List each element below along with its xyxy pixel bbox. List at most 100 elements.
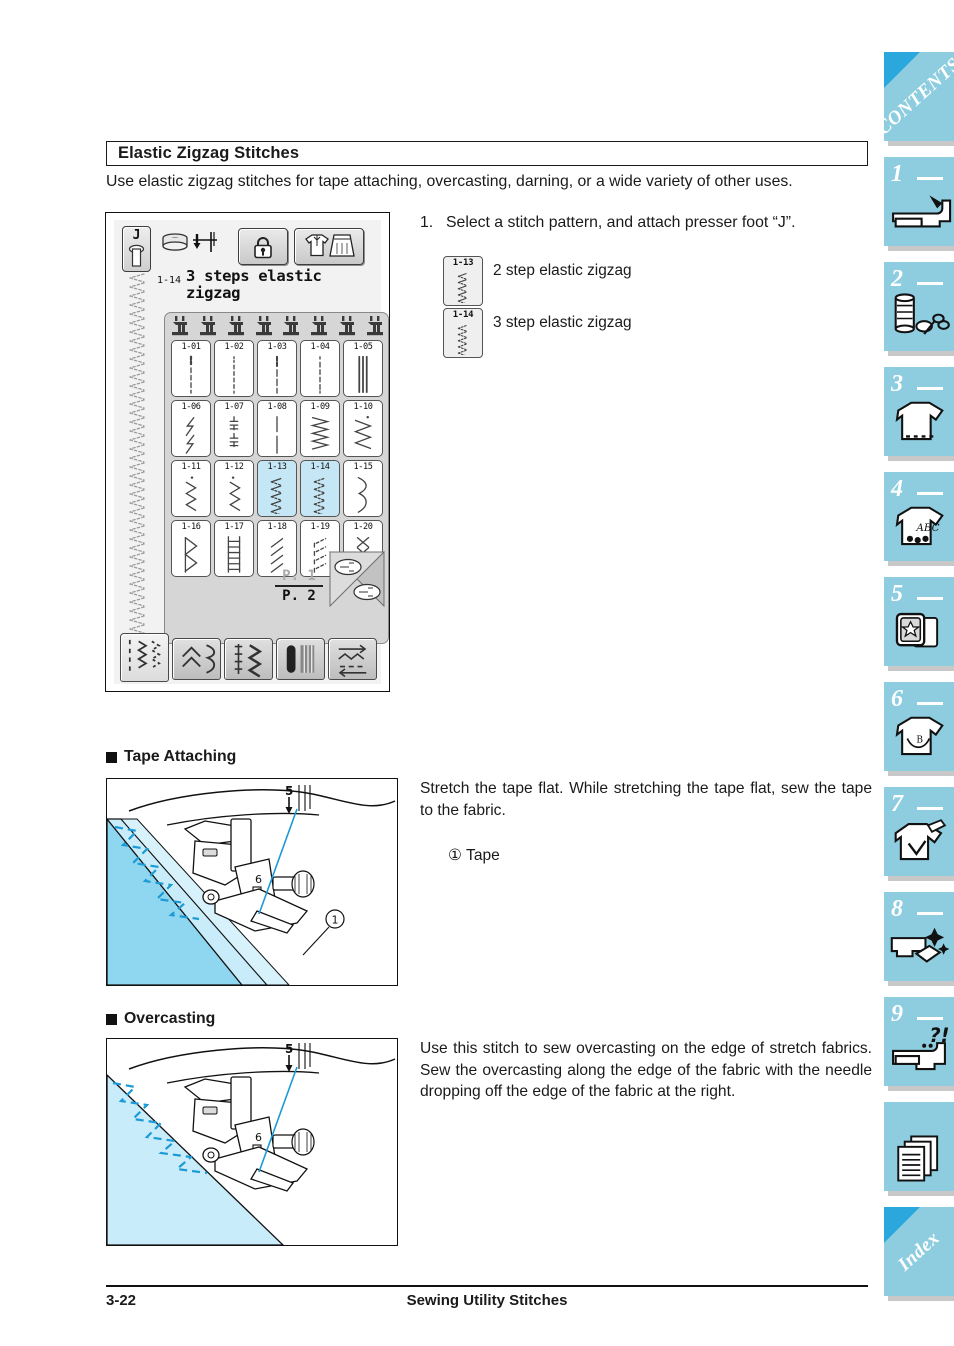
appendix-tab[interactable]	[884, 1102, 954, 1191]
stitch-cell-1-12[interactable]: 1-12	[214, 460, 254, 517]
tab-dash	[917, 702, 943, 705]
utility-stitches-tab[interactable]	[120, 633, 169, 682]
zigzag-narrow-right-icon	[215, 473, 253, 514]
ladder-overcast-icon	[215, 533, 253, 574]
stitch-cell-1-14[interactable]: 1-14	[300, 460, 340, 517]
stitch-cell-1-08[interactable]: 1-08	[257, 400, 297, 457]
tape-attaching-illustration: 6 5 1	[106, 778, 398, 986]
zigzag-dense-icon	[301, 413, 339, 454]
stitch-cell-code: 1-17	[224, 522, 244, 532]
lock-icon	[254, 236, 272, 258]
chapter-3-tab[interactable]: 3	[884, 367, 954, 456]
chapter-9-tab[interactable]: 9?!	[884, 997, 954, 1086]
page-previous-label: P. 1	[282, 568, 316, 584]
stitch-cell-code: 1-20	[353, 522, 373, 532]
current-stitch-name: 3 steps elastic zigzag	[186, 267, 322, 302]
spool-icon	[311, 316, 328, 336]
lightning-stretch-icon	[172, 413, 210, 454]
direction-stitches-tab[interactable]	[328, 638, 377, 680]
stitch-legend: 1-13 2 step elastic zigzag 1-14 3 step elas…	[443, 256, 873, 360]
overcasting-heading-label: Overcasting	[124, 1010, 216, 1027]
dial-number-label: 5	[285, 784, 293, 798]
stitch-cell-1-07[interactable]: 1-07	[214, 400, 254, 457]
stitch-cell-code: 1-15	[353, 462, 373, 472]
chapter-4-tab[interactable]: 4 ABC	[884, 472, 954, 561]
stitch-pattern-grid-panel: 1-01 1-02 1-03 1-04 1-05 1-06 1-07 1-08 1-09 1-10…	[164, 312, 389, 644]
stitch-cell-1-05[interactable]: 1-05	[343, 340, 383, 397]
section-title-box: Elastic Zigzag Stitches	[106, 141, 868, 166]
page-indicator: P. 1 P. 2	[273, 569, 325, 604]
index-tab[interactable]: Index	[884, 1207, 954, 1296]
manual-page: Elastic Zigzag Stitches Use elastic zigz…	[0, 0, 954, 1346]
stretch-wave-icon	[344, 473, 382, 514]
buttonhole-stitches-tab[interactable]	[276, 638, 325, 680]
chapter-7-tab-number: 7	[891, 791, 903, 817]
stitch-preview-strip	[124, 272, 150, 680]
presser-foot-number-label: 6	[255, 1131, 262, 1144]
straight-fine-dash-icon	[215, 353, 253, 394]
contents-tab[interactable]: CONTENTS	[873, 52, 954, 141]
stitch-cell-1-11[interactable]: 1-11	[171, 460, 211, 517]
chapter-2-tab[interactable]: 2	[884, 262, 954, 351]
hand-pointer-up-icon	[334, 558, 362, 576]
stitch-cell-1-03[interactable]: 1-03	[257, 340, 297, 397]
page-current-label: P. 2	[282, 587, 316, 604]
stitch-cell-1-06[interactable]: 1-06	[171, 400, 211, 457]
stitch-cell-code: 1-07	[224, 402, 244, 412]
stitch-cell-code: 1-09	[310, 402, 330, 412]
chapter-6-tab[interactable]: 6B	[884, 682, 954, 771]
callout-1-label: 1	[332, 914, 339, 927]
basting-bar-icon	[215, 413, 253, 454]
tab-dash	[917, 597, 943, 600]
legend-row: 1-14 3 step elastic zigzag	[443, 308, 873, 360]
straight-long-dash-icon	[258, 353, 296, 394]
chapter-5-tab[interactable]: 5	[884, 577, 954, 666]
stitch-cell-1-17[interactable]: 1-17	[214, 520, 254, 577]
chapter-8-tab[interactable]: 8	[884, 892, 954, 981]
chapter-1-tab[interactable]: 1	[884, 157, 954, 246]
stitch-cell-1-02[interactable]: 1-02	[214, 340, 254, 397]
stitch-cell-code: 1-06	[181, 402, 201, 412]
stitch-cell-1-09[interactable]: 1-09	[300, 400, 340, 457]
garment-select-button[interactable]	[294, 228, 364, 265]
overcasting-text: Use this stitch to sew overcasting on th…	[420, 1040, 872, 1100]
stitch-cell-1-01[interactable]: 1-01	[171, 340, 211, 397]
page-title: Elastic Zigzag Stitches	[118, 144, 300, 162]
stitch-cell-code: 1-04	[310, 342, 330, 352]
page-divider	[275, 585, 323, 587]
direction-stitches-icon	[338, 644, 367, 678]
legend-chip-code: 1-13	[452, 258, 474, 268]
chapter-9-tab-number: 9	[891, 1001, 903, 1027]
overcasting-figure: 6 5	[107, 1042, 396, 1245]
spool-icon	[199, 316, 216, 336]
straight-solid-icon	[258, 413, 296, 454]
legend-chip-code: 1-14	[452, 310, 474, 320]
stitch-cell-1-04[interactable]: 1-04	[300, 340, 340, 397]
zigzag-wide-icon	[344, 413, 382, 454]
bobbin-needle-indicator	[159, 231, 229, 265]
step-1: 1. Select a stitch pattern, and attach p…	[420, 212, 872, 233]
page-turn-button[interactable]	[328, 550, 386, 608]
stitch-cell-1-16[interactable]: 1-16	[171, 520, 211, 577]
triple-straight-icon	[344, 353, 382, 394]
tape-attaching-heading: Tape Attaching	[106, 748, 236, 766]
spool-icon	[283, 316, 300, 336]
stitch-cell-code: 1-03	[267, 342, 287, 352]
footer-rule	[106, 1285, 868, 1287]
decorative-stitches-tab[interactable]	[172, 638, 221, 680]
footer-title: Sewing Utility Stitches	[406, 1292, 568, 1309]
satin-stitches-tab[interactable]	[224, 638, 273, 680]
key-lock-button[interactable]	[238, 228, 288, 265]
tape-attaching-text: Stretch the tape flat. While stretching …	[420, 780, 872, 819]
buttonhole-stitches-icon	[286, 645, 315, 673]
stitch-cell-code: 1-01	[181, 342, 201, 352]
thread-spool-icon	[884, 290, 954, 347]
stitch-cell-1-13[interactable]: 1-13	[257, 460, 297, 517]
stitch-cell-1-15[interactable]: 1-15	[343, 460, 383, 517]
stitch-cell-code: 1-08	[267, 402, 287, 412]
lcd-category-tab-row	[120, 633, 377, 682]
presser-foot-number-label: 6	[255, 873, 262, 886]
chapter-7-tab[interactable]: 7	[884, 787, 954, 876]
stitch-cell-1-10[interactable]: 1-10	[343, 400, 383, 457]
presser-foot-icon	[128, 244, 145, 267]
